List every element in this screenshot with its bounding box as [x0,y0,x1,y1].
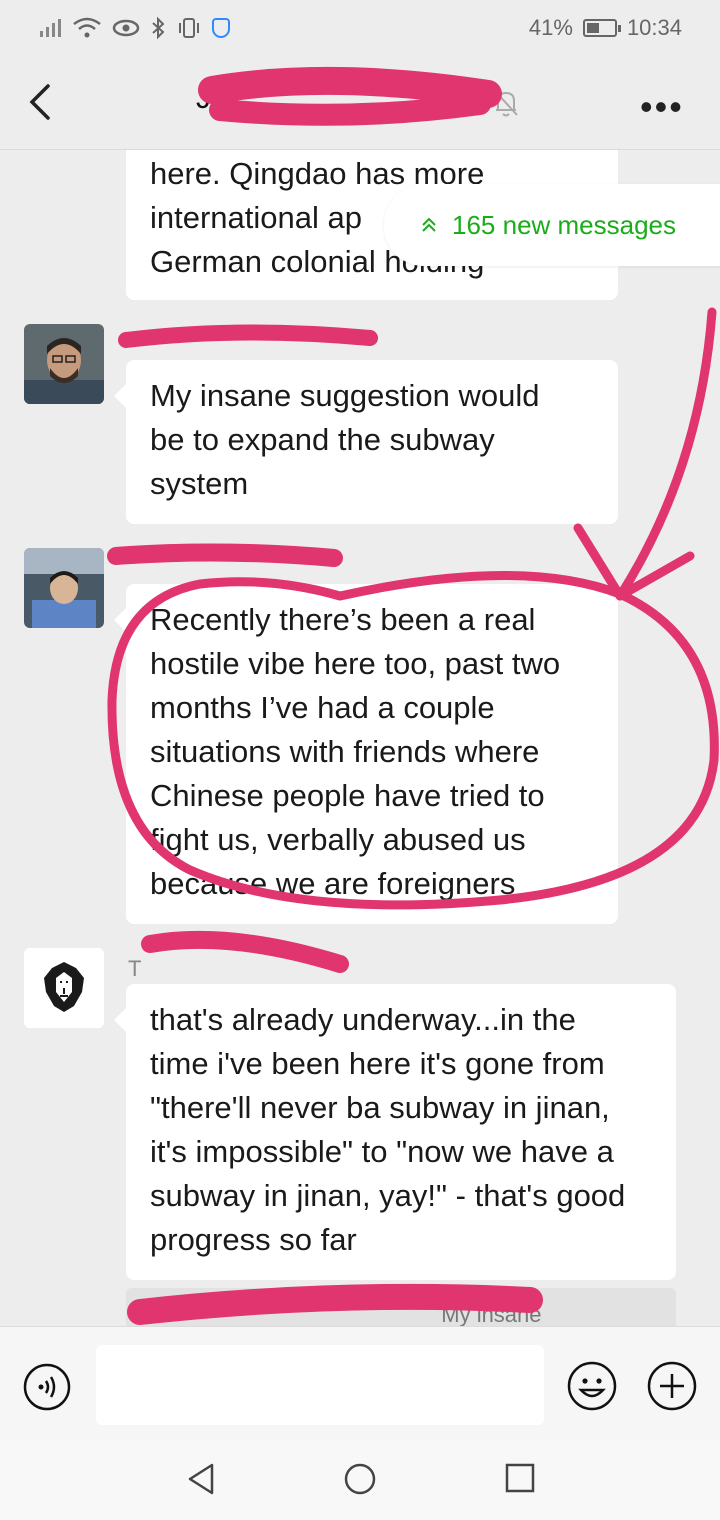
message-line: be to expand the subway [150,422,495,457]
message-line: hostile vibe here too, past two [150,646,561,681]
sender-name: T [128,956,142,981]
avatar[interactable] [24,948,104,1028]
shield-icon [212,18,230,38]
quoted-reply[interactable]: J My insane [126,1288,676,1326]
status-bar: 41% 10:34 [0,0,720,56]
battery-icon [582,19,621,37]
bluetooth-icon [152,16,165,40]
eye-icon [112,19,140,37]
avatar-photo [24,324,104,404]
message-bubble[interactable]: My insane suggestion would be to expand … [114,360,618,524]
message-line: fight us, verbally abused us [150,822,526,857]
avatar[interactable] [24,548,104,628]
emoji-icon[interactable] [566,1360,618,1412]
signal-icon [40,19,61,37]
chat-title-prefix: J [196,82,211,115]
message-line: Chinese people have tried to [150,778,545,813]
message-bubble[interactable]: Recently there’s been a real hostile vib… [114,584,618,924]
message-line: time i've been here it's gone from [150,1046,605,1081]
message-line: system [150,466,249,501]
voice-input-icon[interactable] [22,1362,72,1412]
nav-home-icon[interactable] [343,1462,377,1496]
message-line: "there'll never ba subway in jinan, [150,1090,610,1125]
add-attachment-icon[interactable] [646,1360,698,1412]
message-line: that's already underway...in the [150,1002,576,1037]
message-text-field[interactable] [96,1345,544,1425]
more-options-icon[interactable]: ••• [640,86,684,128]
vibrate-icon [179,18,199,38]
chat-title-suffix: ) [475,82,486,115]
double-chevron-up-icon [422,217,436,232]
quote-text: My insane [441,1302,542,1326]
message-line: it's impossible" to "now we have a [150,1134,614,1169]
avatar-photo [24,548,104,628]
message-line: Recently there’s been a real [150,602,536,637]
new-messages-button[interactable]: 165 new messages [384,184,720,266]
chat-header: J ) ••• [0,56,720,150]
message-bubble[interactable]: that's already underway...in the time i'… [114,984,676,1280]
avatar[interactable] [24,324,104,404]
mute-bell-icon [494,90,518,117]
lion-logo-icon [24,948,104,1028]
nav-recents-icon[interactable] [504,1462,536,1494]
quote-prefix: J [138,1302,149,1326]
back-arrow-icon[interactable] [24,82,60,122]
message-line: subway in jinan, yay!" - that's good [150,1178,626,1213]
system-nav-bar [0,1440,720,1520]
status-right: 41% 10:34 [529,15,682,41]
battery-percent: 41% [528,15,573,40]
message-line: situations with friends where [150,734,540,769]
message-line: My insane suggestion would [150,378,540,413]
message-line: because we are foreigners [150,866,516,901]
wifi-icon [73,17,101,38]
message-list[interactable]: here. Qingdao has more international ap … [0,150,720,1326]
message-line: months I’ve had a couple [150,690,495,725]
new-messages-label: 165 new messages [452,209,677,240]
clock: 10:34 [626,15,682,40]
chat-title: J ) [196,82,486,116]
message-line: progress so far [150,1222,357,1257]
status-icons [38,16,230,40]
nav-back-icon[interactable] [186,1462,216,1496]
message-input-bar [0,1326,720,1440]
